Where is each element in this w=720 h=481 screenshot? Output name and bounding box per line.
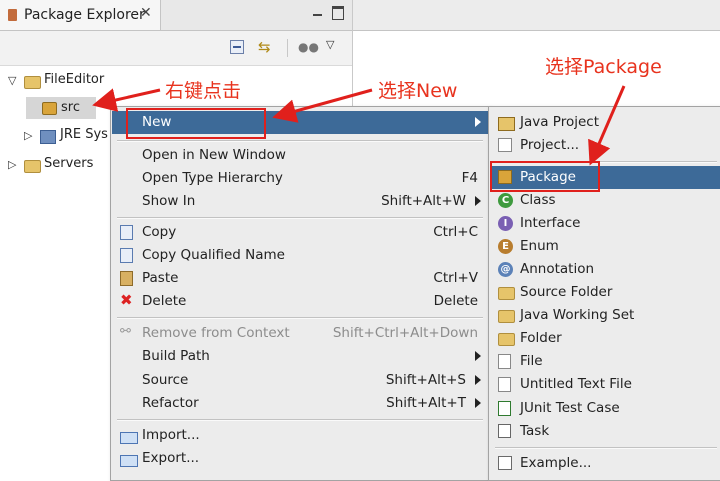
annotation-arrows bbox=[92, 85, 626, 166]
arrow-to-new bbox=[272, 88, 373, 123]
arrow-to-src bbox=[92, 88, 161, 112]
arrow-to-package bbox=[588, 85, 626, 166]
